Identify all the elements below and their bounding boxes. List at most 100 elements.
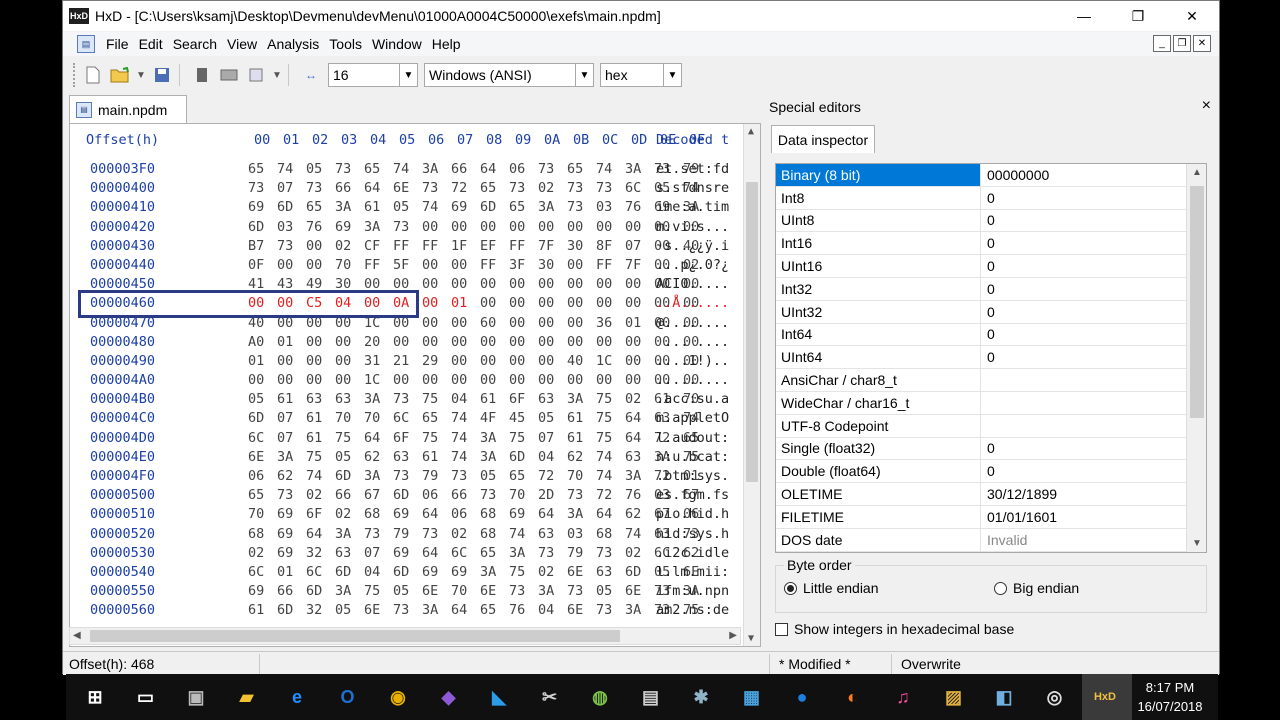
hex-byte[interactable]: 3A <box>335 526 351 542</box>
hex-byte[interactable]: 73 <box>393 219 409 235</box>
hex-byte[interactable]: 30 <box>567 238 583 254</box>
inspector-row[interactable]: UInt8 0 <box>776 209 1186 233</box>
mdi-minimize-button[interactable]: _ <box>1153 35 1171 52</box>
hex-byte[interactable]: 65 <box>306 199 322 215</box>
decoded-text[interactable]: ifm:u.npn <box>656 583 729 599</box>
document-icon[interactable]: ▤ <box>77 35 95 53</box>
hex-byte[interactable]: FF <box>480 257 496 273</box>
hex-byte[interactable]: 70 <box>509 487 525 503</box>
hex-byte[interactable]: 6E <box>422 583 438 599</box>
hex-byte[interactable]: 74 <box>422 199 438 215</box>
hex-byte[interactable]: 00 <box>451 353 467 369</box>
hex-byte[interactable]: 3A <box>567 391 583 407</box>
hex-byte[interactable]: 70 <box>335 410 351 426</box>
hex-byte[interactable]: 1F <box>451 238 467 254</box>
hex-byte[interactable]: 69 <box>393 545 409 561</box>
hex-byte[interactable]: FF <box>422 238 438 254</box>
firefox-icon[interactable]: ◐ <box>838 682 868 712</box>
hex-byte[interactable]: 02 <box>335 238 351 254</box>
hex-byte[interactable]: 05 <box>393 583 409 599</box>
decoded-text[interactable]: ..Å...... <box>656 295 729 311</box>
decoded-text[interactable]: ime:a.tim <box>656 199 729 215</box>
dropdown-arrow-icon[interactable]: ▼ <box>136 64 146 86</box>
hex-byte[interactable]: 70 <box>335 257 351 273</box>
hex-byte[interactable]: 00 <box>451 372 467 388</box>
hex-row[interactable]: 000004F0 06 62 74 6D 3A 73 79 73 05 65 72 70 74 3A 72 01… <box>70 467 760 486</box>
hex-byte[interactable]: 62 <box>277 468 293 484</box>
hex-byte[interactable]: 75 <box>306 449 322 465</box>
hex-byte[interactable]: 00 <box>567 257 583 273</box>
hex-byte[interactable]: 74 <box>596 449 612 465</box>
hex-byte[interactable]: 76 <box>509 602 525 618</box>
decoded-text[interactable]: ......... <box>656 372 729 388</box>
hex-byte[interactable]: 00 <box>567 372 583 388</box>
hex-byte[interactable]: 79 <box>567 545 583 561</box>
decoded-text[interactable]: @........ <box>656 315 729 331</box>
inspector-value[interactable]: 0 <box>981 187 1186 209</box>
start-icon[interactable]: ⊞ <box>80 682 110 712</box>
hex-byte[interactable]: 63 <box>596 564 612 580</box>
tools-icon[interactable]: ✂ <box>535 682 565 712</box>
decoded-text[interactable]: ... .... <box>656 334 729 350</box>
inspector-value[interactable] <box>981 415 1186 437</box>
hex-byte[interactable]: 30 <box>538 257 554 273</box>
hex-byte[interactable]: 00 <box>451 315 467 331</box>
big-endian-radio[interactable]: Big endian <box>994 580 1079 596</box>
hex-byte[interactable]: 00 <box>277 257 293 273</box>
monitor-app-icon[interactable]: ▦ <box>737 682 767 712</box>
hex-row[interactable]: 00000530 02 69 32 63 07 69 64 6C 65 3A 73 79 73 02 6C 62… <box>70 544 760 563</box>
hex-byte[interactable]: 00 <box>538 276 554 292</box>
inspector-value[interactable]: 0 <box>981 324 1186 346</box>
hex-byte[interactable]: 6C <box>306 564 322 580</box>
hex-byte[interactable]: 05 <box>393 199 409 215</box>
hex-byte[interactable]: 00 <box>306 334 322 350</box>
hex-byte[interactable]: 65 <box>480 180 496 196</box>
hex-byte[interactable]: FF <box>596 257 612 273</box>
hex-byte[interactable]: 65 <box>567 161 583 177</box>
hex-byte[interactable]: 61 <box>567 410 583 426</box>
hex-byte[interactable]: 75 <box>509 430 525 446</box>
hex-byte[interactable]: 68 <box>480 526 496 542</box>
ram-editor-icon[interactable] <box>191 64 213 86</box>
hex-byte[interactable]: 3F <box>509 257 525 273</box>
hex-byte[interactable]: 75 <box>364 583 380 599</box>
decoded-text[interactable]: m.vi:s... <box>656 219 729 235</box>
inspector-value[interactable]: Invalid <box>981 529 1186 551</box>
hex-byte[interactable]: 6C <box>451 545 467 561</box>
scroll-thumb[interactable] <box>1190 186 1204 418</box>
hex-byte[interactable]: 73 <box>567 487 583 503</box>
hex-byte[interactable]: 02 <box>335 506 351 522</box>
hex-byte[interactable]: 69 <box>248 199 264 215</box>
hex-byte[interactable]: 73 <box>567 180 583 196</box>
hex-byte[interactable]: 76 <box>625 487 641 503</box>
hex-byte[interactable]: 00 <box>567 219 583 235</box>
inspector-row[interactable]: Int64 0 <box>776 323 1186 347</box>
hex-byte[interactable]: 65 <box>509 468 525 484</box>
hex-byte[interactable]: 1C <box>364 372 380 388</box>
hex-byte[interactable]: 65 <box>480 545 496 561</box>
hex-byte[interactable]: 67 <box>364 487 380 503</box>
hex-row[interactable]: 00000560 61 6D 32 05 6E 73 3A 64 65 76 04 6E 73 3A 73 75… <box>70 601 760 620</box>
hex-byte[interactable]: 79 <box>422 468 438 484</box>
hex-byte[interactable]: 00 <box>480 276 496 292</box>
hex-byte[interactable]: 2D <box>538 487 554 503</box>
hex-byte[interactable]: 20 <box>364 334 380 350</box>
task-view-icon[interactable]: ▭ <box>131 682 161 712</box>
inspector-row[interactable]: UInt16 0 <box>776 255 1186 278</box>
inspector-row[interactable]: FILETIME 01/01/1601 <box>776 506 1186 529</box>
hex-byte[interactable]: 1C <box>596 353 612 369</box>
hex-byte[interactable]: 65 <box>248 161 264 177</box>
hex-byte[interactable]: 63 <box>538 526 554 542</box>
hex-byte[interactable]: 74 <box>625 526 641 542</box>
hex-byte[interactable]: 6D <box>625 564 641 580</box>
hex-byte[interactable]: 70 <box>248 506 264 522</box>
hex-byte[interactable]: 00 <box>451 219 467 235</box>
hex-byte[interactable]: 73 <box>596 602 612 618</box>
hex-byte[interactable]: 00 <box>248 372 264 388</box>
hex-byte[interactable]: 66 <box>277 583 293 599</box>
hex-byte[interactable]: 00 <box>567 334 583 350</box>
hex-byte[interactable]: 73 <box>480 487 496 503</box>
hex-byte[interactable]: 74 <box>306 468 322 484</box>
hex-byte[interactable]: 69 <box>509 506 525 522</box>
hex-byte[interactable]: 6E <box>364 602 380 618</box>
